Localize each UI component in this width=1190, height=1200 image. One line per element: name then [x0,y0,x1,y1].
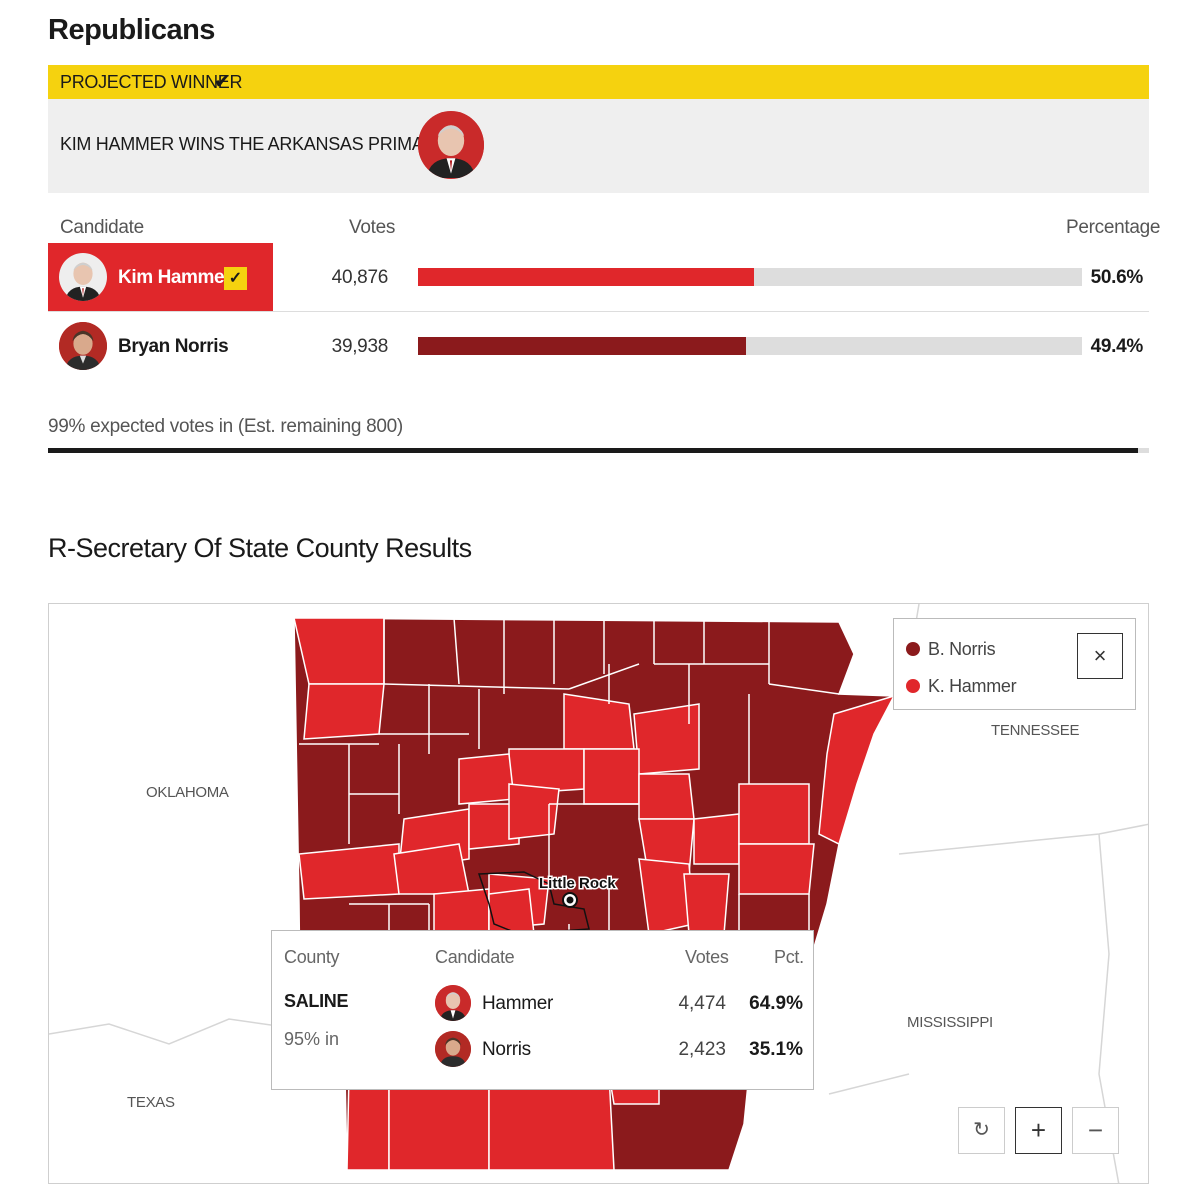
candidate-row: Bryan Norris 39,938 49.4% [48,312,1149,380]
county-results-map[interactable]: Little Rock OKLAHOMA TENNESSEE TEXAS MIS… [48,603,1149,1184]
percentage-column-header: Percentage [1066,217,1161,238]
oklahoma-label: OKLAHOMA [146,784,229,801]
candidate-row: Kim Hammer ✓ 40,876 50.6% [48,243,1149,311]
norris-color-dot [906,642,920,656]
candidate-highlight: Kim Hammer ✓ [48,243,273,311]
candidate-votes: 39,938 [331,336,389,357]
vote-share-fill [418,337,747,355]
candidate-avatar [59,253,107,301]
candidate-avatar [435,985,471,1021]
tennessee-label: TENNESSEE [991,722,1080,739]
tooltip-candidate-header: Candidate [435,947,515,967]
zoom-out-button[interactable]: − [1072,1107,1119,1154]
projected-winner-banner: PROJECTED WINNER ✔ [48,65,1149,99]
mississippi-label: MISSISSIPPI [907,1014,993,1031]
legend-label: B. Norris [928,639,996,659]
reporting-status: 99% expected votes in (Est. remaining 80… [48,416,403,437]
votes-column-header: Votes [349,217,396,238]
tooltip-county-name: SALINE [284,991,349,1011]
checkmark-icon: ✔ [214,71,231,93]
tooltip-candidate-name: Norris [482,1039,531,1060]
candidate-percentage: 50.6% [1090,267,1144,288]
winner-headline: KIM HAMMER WINS THE ARKANSAS PRIMARY [60,134,448,154]
race-title: Republicans [48,14,215,46]
winner-panel: KIM HAMMER WINS THE ARKANSAS PRIMARY [48,99,1149,193]
candidate-percentage: 49.4% [1090,336,1144,357]
winner-checkmark-icon: ✓ [224,267,247,290]
legend-label: K. Hammer [928,676,1017,696]
tooltip-candidate-votes: 4,474 [678,993,726,1014]
tooltip-candidate-pct: 64.9% [749,993,803,1014]
little-rock-label: Little Rock [539,875,616,892]
candidate-avatar [59,322,107,370]
vote-share-bar [418,337,1082,355]
legend-close-button[interactable]: × [1077,633,1123,679]
tooltip-row: Hammer 4,474 64.9% [435,983,805,1023]
tooltip-candidate-votes: 2,423 [678,1039,726,1060]
reporting-progress-bar [48,448,1149,453]
vote-share-bar [418,268,1082,286]
texas-label: TEXAS [127,1094,175,1111]
zoom-in-button[interactable]: + [1015,1107,1062,1154]
candidate-column-header: Candidate [60,217,144,238]
legend-item-norris: B. Norris [906,639,996,660]
tooltip-candidate-name: Hammer [482,993,554,1014]
tooltip-candidate-pct: 35.1% [749,1039,803,1060]
little-rock-dot [566,896,574,904]
tooltip-pct-header: Pct. [774,947,804,967]
candidate-name: Kim Hammer [118,267,232,288]
vote-share-fill [418,268,754,286]
candidate-avatar [435,1031,471,1067]
tooltip-row: Norris 2,423 35.1% [435,1029,805,1069]
winner-avatar [418,111,484,179]
reset-view-button[interactable]: ↻ [958,1107,1005,1154]
candidate-name: Bryan Norris [118,336,229,357]
map-legend: B. Norris K. Hammer × [893,618,1136,710]
tooltip-votes-header: Votes [685,947,729,967]
candidate-cell: Bryan Norris [48,312,273,380]
hammer-color-dot [906,679,920,693]
tooltip-county-header: County [284,947,340,967]
county-tooltip: County Candidate Votes Pct. SALINE 95% i… [271,930,814,1090]
map-title: R-Secretary Of State County Results [48,533,472,563]
reporting-progress-fill [48,448,1138,453]
legend-item-hammer: K. Hammer [906,676,1017,697]
tooltip-reporting: 95% in [284,1029,340,1049]
candidate-votes: 40,876 [331,267,389,288]
